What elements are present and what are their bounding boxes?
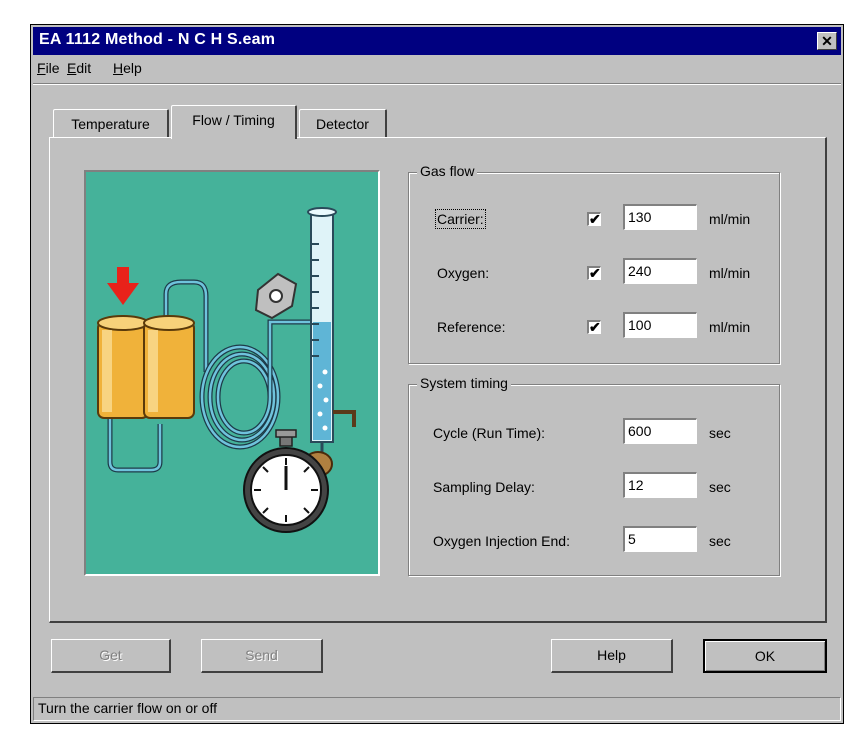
system-timing-title: System timing <box>417 375 511 391</box>
menu-file-mnemonic: F <box>37 60 46 76</box>
send-button[interactable]: Send <box>201 639 323 673</box>
sampling-delay-unit: sec <box>709 479 731 495</box>
carrier-unit: ml/min <box>709 211 751 227</box>
oxygen-injection-end-input[interactable]: 5 <box>623 526 697 552</box>
window-title: EA 1112 Method - N C H S.eam <box>39 31 276 48</box>
help-button[interactable]: Help <box>551 639 673 673</box>
tab-flow-timing-label: Flow / Timing <box>192 112 275 128</box>
gas-cylinder-right <box>143 315 195 419</box>
reference-checkbox[interactable]: ✔ <box>587 320 601 334</box>
menu-bar: File Edit Help <box>33 57 841 81</box>
illustration-panel <box>84 170 380 576</box>
sampling-delay-label: Sampling Delay: <box>433 479 535 495</box>
carrier-label: Carrier: <box>435 209 486 229</box>
tab-temperature-label: Temperature <box>71 116 150 132</box>
oxygen-injection-end-unit: sec <box>709 533 731 549</box>
close-button[interactable]: ✕ <box>817 32 837 50</box>
tab-detector[interactable]: Detector <box>299 109 387 139</box>
get-button[interactable]: Get <box>51 639 171 673</box>
menu-file[interactable]: File <box>37 60 60 76</box>
red-arrow-icon <box>107 267 139 305</box>
reference-flow-input[interactable]: 100 <box>623 312 697 338</box>
carrier-flow-input[interactable]: 130 <box>623 204 697 230</box>
title-bar[interactable]: EA 1112 Method - N C H S.eam ✕ <box>33 27 841 55</box>
gas-flow-illustration <box>97 207 356 533</box>
menu-help[interactable]: Help <box>113 60 142 76</box>
tab-detector-label: Detector <box>316 116 369 132</box>
carrier-checkbox[interactable]: ✔ <box>587 212 601 226</box>
burette-icon <box>303 207 356 477</box>
sampling-delay-input[interactable]: 12 <box>623 472 697 498</box>
gas-flow-title: Gas flow <box>417 163 478 179</box>
method-dialog: EA 1112 Method - N C H S.eam ✕ File Edit… <box>30 24 844 724</box>
system-timing-group: System timing Cycle (Run Time): 600 sec … <box>408 375 780 576</box>
status-bar: Turn the carrier flow on or off <box>33 697 841 721</box>
close-icon: ✕ <box>821 33 833 49</box>
valve-icon <box>254 272 298 320</box>
menu-separator <box>33 83 841 85</box>
tab-temperature[interactable]: Temperature <box>53 109 169 139</box>
reference-unit: ml/min <box>709 319 751 335</box>
ok-button[interactable]: OK <box>703 639 827 673</box>
cycle-run-time-label: Cycle (Run Time): <box>433 425 546 441</box>
status-text: Turn the carrier flow on or off <box>38 700 217 716</box>
stopwatch-icon <box>243 429 329 533</box>
gas-cylinder-left <box>97 315 149 419</box>
oxygen-checkbox[interactable]: ✔ <box>587 266 601 280</box>
menu-help-mnemonic: H <box>113 60 124 76</box>
oxygen-label: Oxygen: <box>437 265 490 281</box>
oxygen-flow-input[interactable]: 240 <box>623 258 697 284</box>
cycle-run-time-unit: sec <box>709 425 731 441</box>
gas-flow-group: Gas flow Carrier: ✔ 130 ml/min Oxygen: ✔… <box>408 163 780 364</box>
flow-timing-panel: Gas flow Carrier: ✔ 130 ml/min Oxygen: ✔… <box>49 137 827 623</box>
menu-edit-mnemonic: E <box>67 60 77 76</box>
cycle-run-time-input[interactable]: 600 <box>623 418 697 444</box>
coil-tubing <box>199 319 318 450</box>
menu-help-rest: elp <box>123 60 142 76</box>
reference-label: Reference: <box>437 319 506 335</box>
oxygen-unit: ml/min <box>709 265 751 281</box>
oxygen-injection-end-label: Oxygen Injection End: <box>433 533 570 549</box>
menu-file-rest: ile <box>45 60 60 76</box>
tab-flow-timing[interactable]: Flow / Timing <box>171 105 297 139</box>
menu-edit-rest: dit <box>76 60 92 76</box>
menu-edit[interactable]: Edit <box>67 60 91 76</box>
